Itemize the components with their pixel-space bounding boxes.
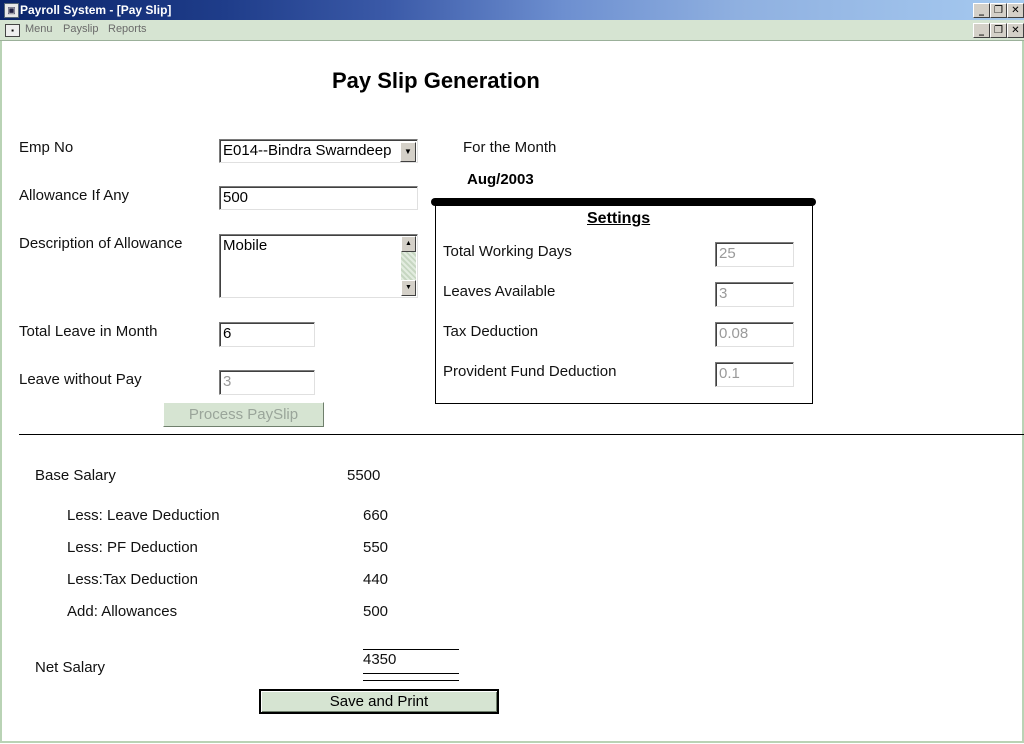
- pf-deduction-line-label: Less: PF Deduction: [67, 539, 198, 556]
- pf-deduction-line-value: 550: [363, 539, 389, 556]
- leaves-available-input[interactable]: 3: [715, 282, 794, 307]
- settings-title: Settings: [587, 210, 651, 227]
- total-rule-double-2: [363, 680, 459, 681]
- emp-no-value: E014--Bindra Swarndeep: [223, 142, 392, 159]
- child-window-icon[interactable]: ▪: [5, 24, 20, 37]
- description-label: Description of Allowance: [19, 235, 183, 252]
- child-minimize-button[interactable]: _: [973, 23, 990, 38]
- for-the-month-label: For the Month: [463, 139, 557, 156]
- minimize-button[interactable]: _: [973, 3, 990, 18]
- menu-item-payslip[interactable]: Payslip: [63, 23, 98, 35]
- restore-button[interactable]: ❐: [990, 3, 1007, 18]
- pf-deduction-label: Provident Fund Deduction: [443, 363, 617, 380]
- total-rule-double-1: [363, 673, 459, 674]
- window-title: Payroll System - [Pay Slip]: [20, 3, 172, 17]
- tax-deduction-line-value: 440: [363, 571, 389, 588]
- settings-panel-border: [431, 198, 816, 206]
- base-salary-value: 5500: [347, 467, 381, 484]
- page-title: Pay Slip Generation: [332, 68, 540, 93]
- total-working-days-label: Total Working Days: [443, 243, 572, 260]
- allowances-line-value: 500: [363, 603, 389, 620]
- description-textarea[interactable]: Mobile ▲ ▼: [219, 234, 418, 298]
- tax-deduction-label: Tax Deduction: [443, 323, 539, 340]
- child-close-button[interactable]: ✕: [1007, 23, 1024, 38]
- allowance-input[interactable]: 500: [219, 186, 418, 210]
- leave-without-pay-input[interactable]: 3: [219, 370, 315, 395]
- leaves-available-label: Leaves Available: [443, 283, 556, 300]
- tax-deduction-input[interactable]: 0.08: [715, 322, 794, 347]
- description-value: Mobile: [223, 237, 268, 254]
- total-working-days-input[interactable]: 25: [715, 242, 794, 267]
- scroll-up-icon[interactable]: ▲: [401, 236, 416, 252]
- allowance-label: Allowance If Any: [19, 187, 130, 204]
- menu-bar: [0, 20, 1024, 41]
- total-rule-top: [363, 649, 459, 650]
- menu-item-menu[interactable]: Menu: [25, 23, 53, 35]
- app-window-icon[interactable]: ▣: [4, 3, 19, 18]
- section-divider: [19, 434, 1024, 435]
- close-button[interactable]: ✕: [1007, 3, 1024, 18]
- total-leave-label: Total Leave in Month: [19, 323, 158, 340]
- emp-no-dropdown[interactable]: E014--Bindra Swarndeep ▼: [219, 139, 418, 163]
- menu-item-reports[interactable]: Reports: [108, 23, 147, 35]
- leave-deduction-value: 660: [363, 507, 389, 524]
- child-restore-button[interactable]: ❐: [990, 23, 1007, 38]
- save-and-print-button[interactable]: Save and Print: [259, 689, 499, 714]
- leave-without-pay-label: Leave without Pay: [19, 371, 142, 388]
- month-value: Aug/2003: [467, 171, 534, 188]
- emp-no-label: Emp No: [19, 139, 74, 156]
- description-scrollbar[interactable]: ▲ ▼: [401, 236, 416, 296]
- net-salary-label: Net Salary: [35, 659, 106, 676]
- tax-deduction-line-label: Less:Tax Deduction: [67, 571, 198, 588]
- leave-deduction-label: Less: Leave Deduction: [67, 507, 220, 524]
- process-payslip-button[interactable]: Process PaySlip: [163, 402, 324, 427]
- scroll-down-icon[interactable]: ▼: [401, 280, 416, 296]
- pf-deduction-input[interactable]: 0.1: [715, 362, 794, 387]
- allowances-line-label: Add: Allowances: [67, 603, 178, 620]
- dropdown-arrow-icon[interactable]: ▼: [400, 142, 416, 162]
- total-leave-input[interactable]: 6: [219, 322, 315, 347]
- base-salary-label: Base Salary: [35, 467, 116, 484]
- net-salary-value: 4350: [363, 651, 397, 668]
